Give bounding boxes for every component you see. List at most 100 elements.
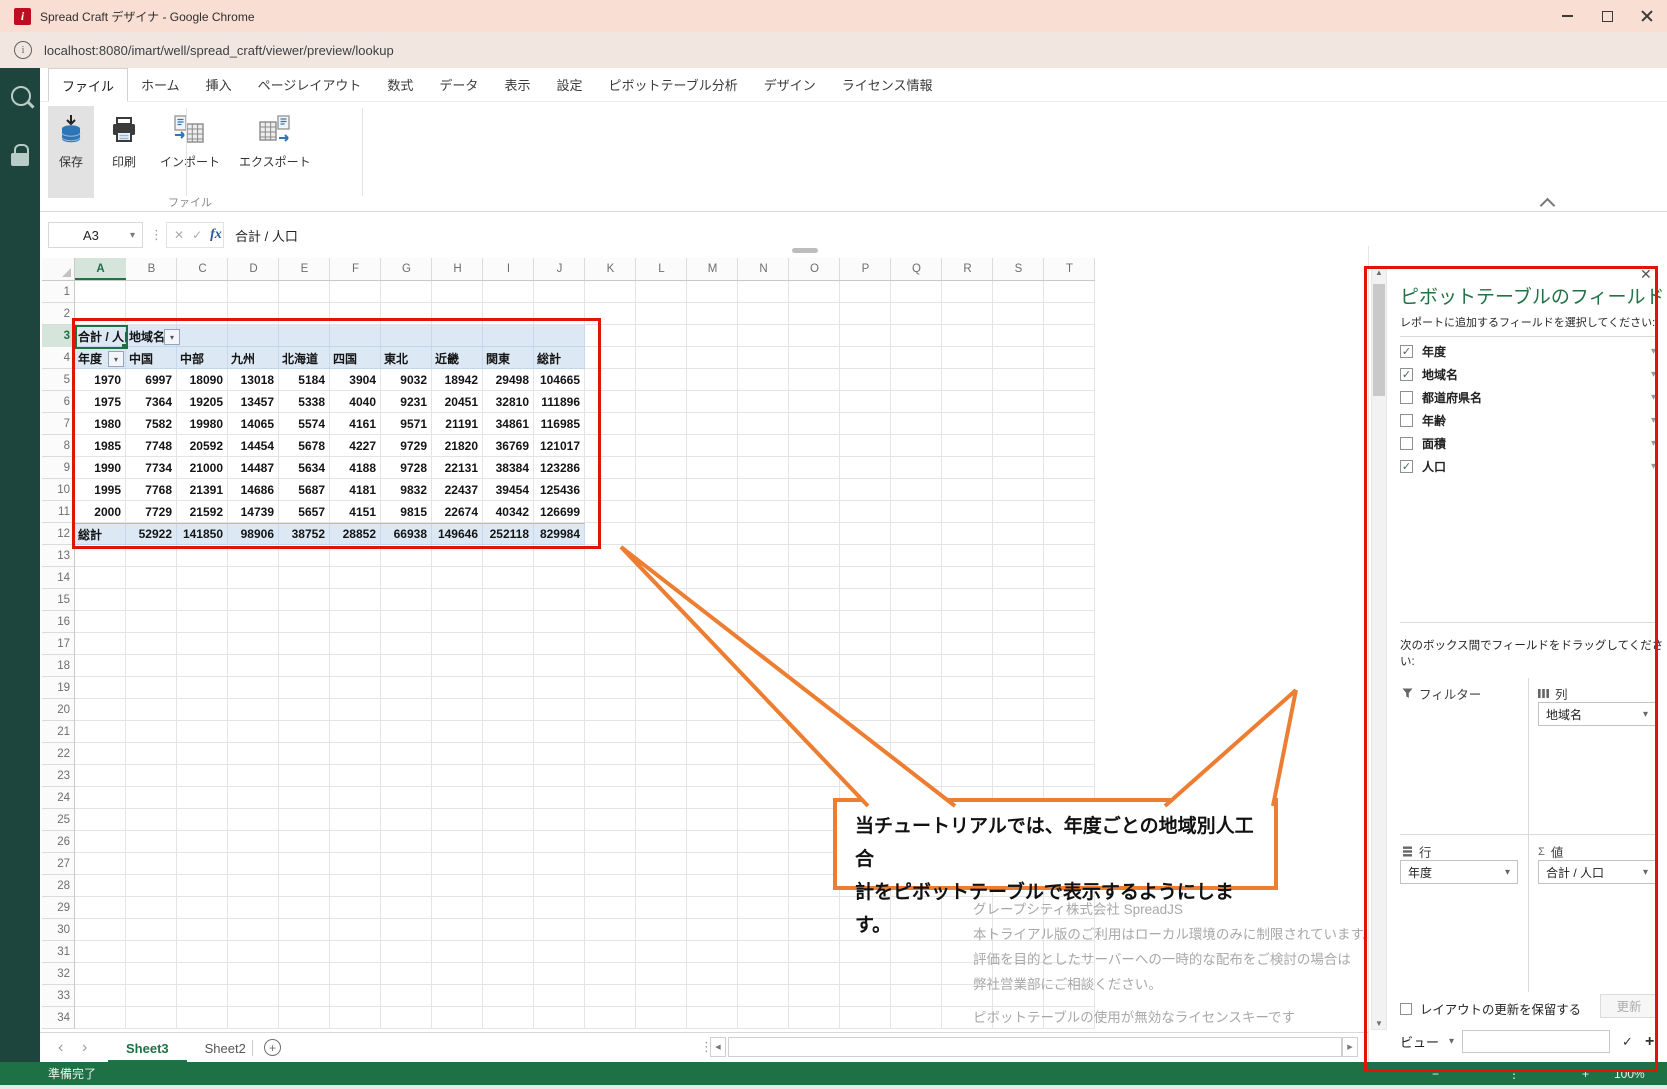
maximize-button[interactable]: [1587, 0, 1627, 32]
ribbon-button-label: エクスポート: [239, 153, 311, 170]
row-header[interactable]: 19: [42, 677, 70, 699]
row-header[interactable]: 3: [42, 325, 75, 347]
ribbon-tab[interactable]: デザイン: [751, 68, 829, 101]
chevron-down-icon[interactable]: ▾: [130, 230, 142, 241]
cancel-icon[interactable]: ✕: [174, 228, 184, 242]
horizontal-scrollbar[interactable]: [728, 1037, 1342, 1057]
ribbon-tab[interactable]: データ: [426, 68, 491, 101]
column-header[interactable]: M: [687, 258, 738, 280]
row-header[interactable]: 10: [42, 479, 70, 501]
column-header[interactable]: A: [75, 258, 126, 280]
column-header[interactable]: H: [432, 258, 483, 280]
name-box[interactable]: A3 ▾: [48, 222, 143, 248]
ribbon-tab[interactable]: ライセンス情報: [829, 68, 946, 101]
row-header[interactable]: 5: [42, 369, 70, 391]
row-header[interactable]: 12: [42, 523, 70, 545]
row-header[interactable]: 7: [42, 413, 70, 435]
ribbon-body: 保存印刷 インポートエクスポート ファイル: [40, 102, 1667, 212]
scroll-left-icon[interactable]: ◀: [710, 1037, 726, 1057]
row-header[interactable]: 22: [42, 743, 70, 765]
column-header[interactable]: S: [993, 258, 1044, 280]
column-header[interactable]: J: [534, 258, 585, 280]
accept-icon[interactable]: ✓: [192, 228, 202, 242]
column-header[interactable]: I: [483, 258, 534, 280]
row-header[interactable]: 30: [42, 919, 70, 941]
row-header[interactable]: 16: [42, 611, 70, 633]
formula-input[interactable]: 合計 / 人口: [235, 222, 298, 248]
row-header[interactable]: 4: [42, 347, 70, 369]
row-header[interactable]: 34: [42, 1007, 70, 1029]
row-header[interactable]: 8: [42, 435, 70, 457]
export-icon: [258, 114, 292, 146]
column-header[interactable]: E: [279, 258, 330, 280]
browser-address-bar[interactable]: i localhost:8080/imart/well/spread_craft…: [0, 32, 1667, 69]
scroll-right-icon[interactable]: ▶: [1342, 1037, 1358, 1057]
column-header[interactable]: F: [330, 258, 381, 280]
ribbon-tab[interactable]: 表示: [491, 68, 543, 101]
callout-text: 当チュートリアルでは、年度ごとの地域別人工合 計をピボットテーブルで表示するよう…: [855, 810, 1265, 942]
ribbon-tab[interactable]: 設定: [543, 68, 595, 101]
ribbon-button[interactable]: エクスポート: [233, 106, 317, 198]
row-header[interactable]: 17: [42, 633, 70, 655]
ribbon-button-label: 印刷: [112, 153, 136, 170]
next-sheet-icon[interactable]: ›: [82, 1033, 87, 1063]
row-header[interactable]: 14: [42, 567, 70, 589]
row-header[interactable]: 33: [42, 985, 70, 1007]
row-header[interactable]: 26: [42, 831, 70, 853]
column-header[interactable]: T: [1044, 258, 1095, 280]
row-header[interactable]: 20: [42, 699, 70, 721]
watermark-line: ピボットテーブルの使用が無効なライセンスキーです: [973, 1006, 1295, 1026]
row-header[interactable]: 15: [42, 589, 70, 611]
site-info-icon[interactable]: i: [14, 41, 32, 59]
close-button[interactable]: [1627, 0, 1667, 32]
ribbon-tab[interactable]: ピボットテーブル分析: [595, 68, 750, 101]
row-header[interactable]: 32: [42, 963, 70, 985]
ribbon-tab[interactable]: 挿入: [193, 68, 245, 101]
column-header[interactable]: C: [177, 258, 228, 280]
ribbon-group-label: ファイル: [60, 194, 320, 210]
row-header[interactable]: 27: [42, 853, 70, 875]
ribbon-button[interactable]: インポート: [154, 106, 226, 198]
column-header[interactable]: K: [585, 258, 636, 280]
app-logo-icon: i: [14, 8, 31, 25]
ribbon-tab[interactable]: ファイル: [48, 68, 128, 102]
column-header[interactable]: R: [942, 258, 993, 280]
row-header[interactable]: 24: [42, 787, 70, 809]
ribbon-tab[interactable]: ホーム: [128, 68, 193, 101]
column-header[interactable]: O: [789, 258, 840, 280]
pane-splitter-handle[interactable]: [792, 248, 818, 253]
row-header[interactable]: 23: [42, 765, 70, 787]
ribbon-tab[interactable]: 数式: [374, 68, 426, 101]
column-header[interactable]: G: [381, 258, 432, 280]
select-all-corner[interactable]: [42, 258, 75, 281]
row-header[interactable]: 21: [42, 721, 70, 743]
row-header[interactable]: 31: [42, 941, 70, 963]
minimize-button[interactable]: [1547, 0, 1587, 32]
row-header[interactable]: 11: [42, 501, 70, 523]
row-header[interactable]: 1: [42, 281, 70, 303]
column-header[interactable]: B: [126, 258, 177, 280]
database-save-icon: [54, 114, 88, 146]
column-header[interactable]: N: [738, 258, 789, 280]
insert-function-icon[interactable]: fx: [210, 227, 222, 243]
row-header[interactable]: 9: [42, 457, 70, 479]
row-header[interactable]: 18: [42, 655, 70, 677]
add-sheet-icon[interactable]: +: [264, 1039, 281, 1056]
ribbon-button[interactable]: 保存: [48, 106, 94, 198]
sheet-tab[interactable]: Sheet3: [108, 1033, 187, 1063]
row-header[interactable]: 2: [42, 303, 70, 325]
column-header[interactable]: P: [840, 258, 891, 280]
column-header[interactable]: L: [636, 258, 687, 280]
url-text[interactable]: localhost:8080/imart/well/spread_craft/v…: [44, 43, 394, 58]
row-header[interactable]: 28: [42, 875, 70, 897]
row-header[interactable]: 25: [42, 809, 70, 831]
column-header[interactable]: Q: [891, 258, 942, 280]
prev-sheet-icon[interactable]: ‹: [58, 1033, 63, 1063]
row-header[interactable]: 6: [42, 391, 70, 413]
row-header[interactable]: 29: [42, 897, 70, 919]
row-header[interactable]: 13: [42, 545, 70, 567]
ribbon-tab[interactable]: ページレイアウト: [245, 68, 375, 101]
column-header[interactable]: D: [228, 258, 279, 280]
ribbon-button[interactable]: 印刷: [101, 106, 147, 198]
annotation-rectangle-pivot: [72, 318, 601, 549]
